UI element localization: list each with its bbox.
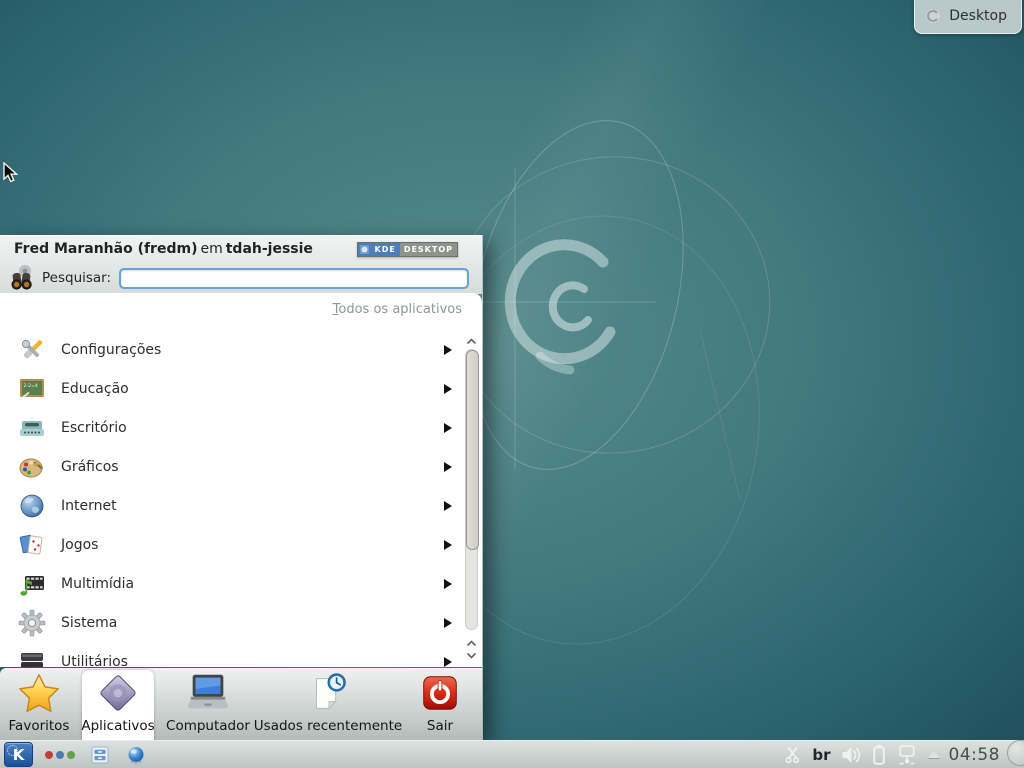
submenu-arrow-icon <box>444 540 452 550</box>
typewriter-icon <box>17 413 47 443</box>
submenu-arrow-icon <box>444 345 452 355</box>
activity-dots-icon[interactable] <box>45 751 75 759</box>
red-dot-icon <box>45 751 53 759</box>
menu-item-graficos[interactable]: Gráficos <box>0 447 482 486</box>
menu-item-configuracoes[interactable]: Configurações <box>0 330 482 369</box>
green-dot-icon <box>67 751 75 759</box>
submenu-arrow-icon <box>444 462 452 472</box>
tab-label: Usados recentemente <box>254 718 402 734</box>
binoculars-search-icon <box>8 263 38 293</box>
plasma-cashew-icon <box>925 8 941 24</box>
tab-label: Sair <box>427 718 453 734</box>
scroll-down-icon[interactable] <box>465 651 478 660</box>
palette-icon <box>17 452 47 482</box>
search-input[interactable] <box>119 268 469 289</box>
kickoff-launcher: Fred Maranhão (fredm)emtdah-jessie KDE D… <box>0 235 483 740</box>
kde-desktop-badge: KDE DESKTOP <box>357 242 459 257</box>
laptop-icon <box>184 670 232 716</box>
category-list: Configurações 2-2=4 Educação <box>0 330 482 667</box>
file-cabinet-icon[interactable] <box>89 744 111 766</box>
scrollbar-track[interactable] <box>465 349 478 630</box>
search-label: Pesquisar: <box>42 270 111 286</box>
menu-item-label: Internet <box>61 498 117 514</box>
crossed-tools-icon <box>17 335 47 365</box>
recent-document-clock-icon <box>304 670 352 716</box>
tab-label: Computador <box>166 718 250 734</box>
menu-item-label: Jogos <box>61 537 98 553</box>
system-tray: br 04:58 <box>784 744 1024 765</box>
menu-item-label: Educação <box>61 381 129 397</box>
user-name: Fred Maranhão (fredm) <box>14 241 197 257</box>
mouse-cursor <box>2 162 22 184</box>
film-note-icon <box>17 569 47 599</box>
menu-item-educacao[interactable]: 2-2=4 Educação <box>0 369 482 408</box>
menu-item-label: Gráficos <box>61 459 119 475</box>
power-icon <box>416 670 464 716</box>
desktop-toolbox[interactable]: Desktop <box>914 0 1022 34</box>
toolbox-label: Desktop <box>949 8 1007 24</box>
search-row: Pesquisar: <box>0 262 482 294</box>
taskbar-panel: K br <box>0 740 1024 768</box>
menu-item-internet[interactable]: Internet <box>0 486 482 525</box>
launcher-tab-strip: Favoritos Aplicativos Computador <box>0 668 482 741</box>
kde-menu-button[interactable]: K <box>4 742 33 767</box>
blue-dot-icon <box>56 751 64 759</box>
tab-aplicativos[interactable]: Aplicativos <box>82 670 154 740</box>
menu-item-label: Sistema <box>61 615 117 631</box>
conjunction: em <box>197 241 225 257</box>
globe-icon <box>17 491 47 521</box>
submenu-arrow-icon <box>444 384 452 394</box>
tab-favoritos[interactable]: Favoritos <box>0 670 78 740</box>
tab-computador[interactable]: Computador <box>160 670 256 740</box>
all-applications-link[interactable]: Todos os aplicativos <box>333 302 462 317</box>
web-ball-icon[interactable] <box>125 744 147 766</box>
launcher-app-list-panel: Todos os aplicativos Configurações 2-2=4… <box>0 293 482 667</box>
desktop-badge-text: DESKTOP <box>400 243 457 256</box>
scrollbar[interactable] <box>464 337 479 662</box>
scroll-up-icon[interactable] <box>465 337 478 346</box>
keyboard-layout-indicator[interactable]: br <box>812 746 830 764</box>
playing-cards-icon <box>17 530 47 560</box>
menu-item-label: Escritório <box>61 420 127 436</box>
submenu-arrow-icon <box>444 423 452 433</box>
gear-icon <box>17 608 47 638</box>
toolbox-icon <box>17 647 47 668</box>
scrollbar-thumb[interactable] <box>466 350 479 550</box>
tab-usados-recentemente[interactable]: Usados recentemente <box>262 670 394 740</box>
clipboard-scissors-icon[interactable] <box>784 745 803 764</box>
launcher-user-host: Fred Maranhão (fredm)emtdah-jessie <box>14 241 313 257</box>
digital-clock[interactable]: 04:58 <box>949 745 1001 765</box>
menu-item-label: Multimídia <box>61 576 134 592</box>
expand-tray-icon[interactable] <box>928 751 940 758</box>
submenu-arrow-icon <box>444 501 452 511</box>
tab-label: Favoritos <box>9 718 70 734</box>
submenu-arrow-icon <box>444 618 452 628</box>
svg-text:2-2=4: 2-2=4 <box>24 383 38 389</box>
submenu-arrow-icon <box>444 579 452 589</box>
menu-item-jogos[interactable]: Jogos <box>0 525 482 564</box>
kde-diamond-icon <box>94 670 142 716</box>
star-icon <box>15 670 63 716</box>
tab-sair[interactable]: Sair <box>404 670 476 740</box>
host-name: tdah-jessie <box>226 241 313 257</box>
kde-badge-text: KDE <box>371 243 400 256</box>
menu-item-sistema[interactable]: Sistema <box>0 603 482 642</box>
network-monitor-icon[interactable] <box>895 744 919 765</box>
menu-item-label: Configurações <box>61 342 161 358</box>
kde-badge-icon <box>358 243 371 256</box>
scroll-up-icon[interactable] <box>465 639 478 648</box>
chalkboard-icon: 2-2=4 <box>17 374 47 404</box>
menu-item-multimidia[interactable]: Multimídia <box>0 564 482 603</box>
submenu-arrow-icon <box>444 657 452 667</box>
tab-label: Aplicativos <box>81 718 154 734</box>
kde-gear-icon <box>7 745 18 756</box>
menu-item-label: Utilitários <box>61 654 128 668</box>
menu-item-utilitarios[interactable]: Utilitários <box>0 642 482 667</box>
volume-icon[interactable] <box>840 745 863 765</box>
battery-icon[interactable] <box>872 744 886 765</box>
launcher-header: Fred Maranhão (fredm)emtdah-jessie KDE D… <box>0 235 482 294</box>
menu-item-escritorio[interactable]: Escritório <box>0 408 482 447</box>
